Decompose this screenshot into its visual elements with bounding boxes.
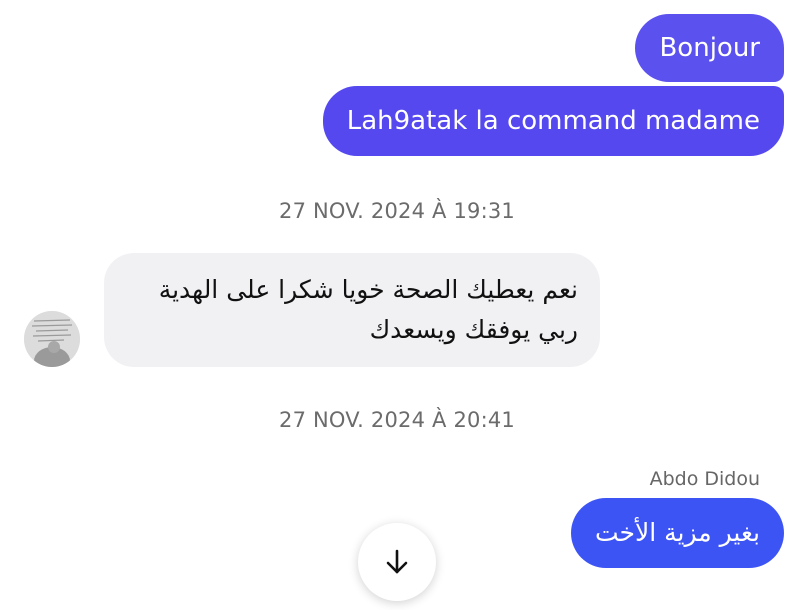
outgoing-message[interactable]: Lah9atak la command madame [322, 86, 784, 156]
message-text: Bonjour [659, 33, 760, 63]
message-timestamp: 27 NOV. 2024 À 20:41 [279, 408, 515, 432]
incoming-message[interactable]: نعم يعطيك الصحة خويا شكرا على الهدية ربي… [104, 253, 600, 367]
avatar-image [24, 311, 80, 367]
scroll-to-bottom-button[interactable] [358, 523, 436, 601]
message-timestamp: 27 NOV. 2024 À 19:31 [279, 199, 515, 223]
outgoing-message[interactable]: Bonjour [635, 14, 784, 82]
message-text: Lah9atak la command madame [346, 106, 760, 136]
chat-thread: Bonjour Lah9atak la command madame 27 NO… [0, 0, 800, 610]
message-text: نعم يعطيك الصحة خويا شكرا على الهدية ربي… [158, 275, 578, 344]
arrow-down-icon [386, 549, 408, 574]
sender-name: Abdo Didou [649, 468, 760, 490]
contact-avatar[interactable] [24, 311, 80, 367]
message-text: بغير مزية الأخت [594, 518, 760, 547]
outgoing-message[interactable]: بغير مزية الأخت [570, 498, 784, 568]
